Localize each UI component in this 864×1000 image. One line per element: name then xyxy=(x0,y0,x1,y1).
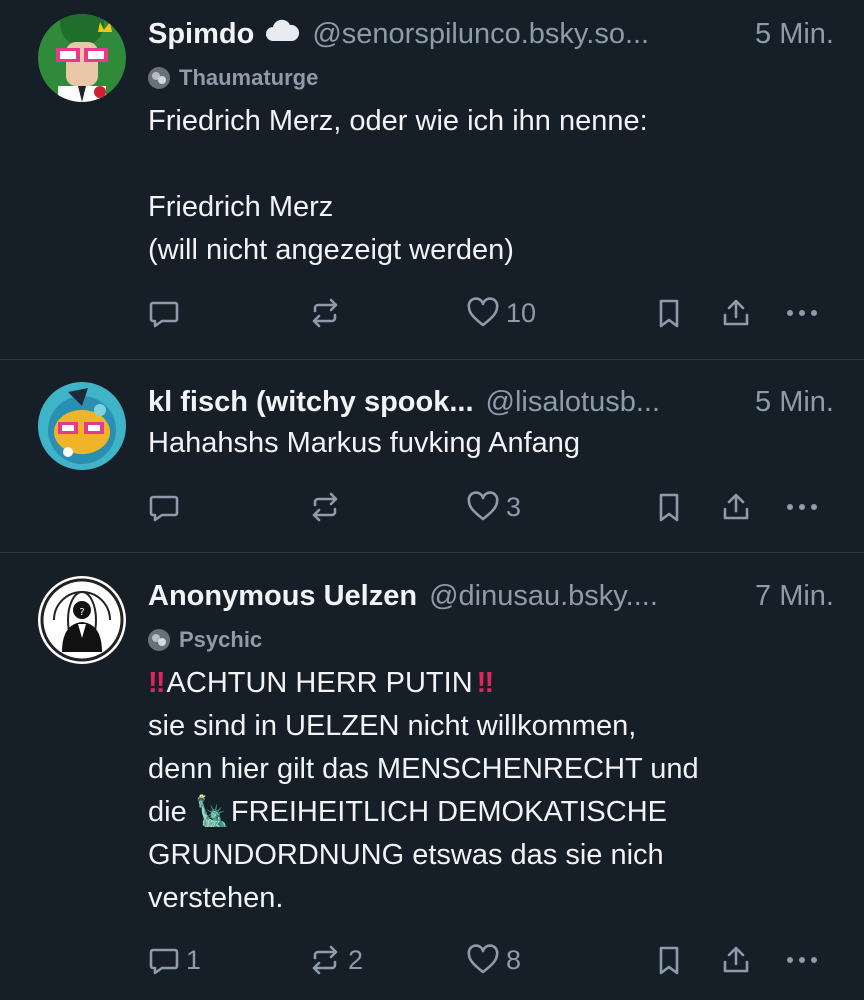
bookmark-icon xyxy=(659,493,679,522)
label-text: Psychic xyxy=(179,627,263,652)
heart-icon xyxy=(467,944,499,974)
more-options-button[interactable] xyxy=(784,487,820,527)
like-count: 8 xyxy=(506,944,522,975)
like-button[interactable]: 3 xyxy=(466,487,521,527)
share-button[interactable] xyxy=(720,293,752,333)
more-icon xyxy=(787,957,817,963)
cloud-icon xyxy=(264,16,300,52)
more-icon xyxy=(787,310,817,316)
like-button[interactable]: 10 xyxy=(466,293,536,333)
repost-button[interactable]: 2 xyxy=(308,940,363,980)
statue-of-liberty-icon: 🗽 xyxy=(194,796,231,828)
profile-label[interactable]: Thaumaturge xyxy=(148,64,834,92)
avatar-image xyxy=(38,382,126,470)
handle[interactable]: @lisalotusb... xyxy=(486,384,746,420)
bookmark-button[interactable] xyxy=(654,487,684,527)
like-count: 10 xyxy=(506,297,537,328)
heart-icon xyxy=(467,491,499,521)
repost-icon xyxy=(312,945,338,975)
avatar[interactable] xyxy=(38,382,126,470)
label-avatar-icon xyxy=(148,67,170,89)
post-text: Friedrich Merz, oder wie ich ihn nenne: … xyxy=(148,105,648,266)
bookmark-button[interactable] xyxy=(654,293,684,333)
label-text: Thaumaturge xyxy=(179,65,319,90)
handle[interactable]: @dinusau.bsky.... xyxy=(429,578,745,614)
heart-icon xyxy=(467,297,499,327)
timestamp[interactable]: 7 Min. xyxy=(755,578,834,614)
reply-button[interactable] xyxy=(148,293,186,333)
avatar[interactable]: ? xyxy=(38,576,126,664)
share-icon xyxy=(723,299,749,326)
timestamp[interactable]: 5 Min. xyxy=(755,384,834,420)
post-text-line1: ACHTUN HERR PUTIN xyxy=(166,667,473,699)
post-3[interactable]: ? Anonymous Uelzen @dinusau.bsky.... 7 M… xyxy=(0,553,864,1000)
bookmark-icon xyxy=(659,946,679,975)
double-exclamation-icon: ‼ xyxy=(476,667,494,699)
post-text: ‼ ACHTUN HERR PUTIN ‼ sie sind in UELZEN n… xyxy=(148,662,834,920)
display-name[interactable]: Spimdo xyxy=(148,16,254,52)
like-button[interactable]: 8 xyxy=(466,940,521,980)
avatar[interactable] xyxy=(38,14,126,102)
more-icon xyxy=(787,504,817,510)
handle[interactable]: @senorspilunco.bsky.so... xyxy=(312,16,745,52)
repost-icon xyxy=(312,492,338,522)
more-options-button[interactable] xyxy=(784,293,820,333)
bookmark-button[interactable] xyxy=(654,940,684,980)
share-button[interactable] xyxy=(720,940,752,980)
label-avatar-icon xyxy=(148,629,170,651)
display-name[interactable]: Anonymous Uelzen xyxy=(148,578,417,614)
reply-count: 1 xyxy=(186,944,202,975)
reply-icon xyxy=(149,301,179,328)
avatar-image: ? xyxy=(38,576,126,664)
avatar-image xyxy=(38,14,126,102)
share-icon xyxy=(723,493,749,520)
post-1[interactable]: Spimdo @senorspilunco.bsky.so... 5 Min. … xyxy=(0,0,864,360)
repost-icon xyxy=(312,298,338,328)
double-exclamation-icon: ‼ xyxy=(148,667,165,699)
display-name[interactable]: kl fisch (witchy spook... xyxy=(148,384,474,420)
reply-button[interactable] xyxy=(148,487,186,527)
reply-icon xyxy=(149,495,179,522)
svg-text:?: ? xyxy=(79,607,84,618)
timestamp[interactable]: 5 Min. xyxy=(755,16,834,52)
share-button[interactable] xyxy=(720,487,752,527)
repost-button[interactable] xyxy=(308,487,348,527)
post-text: Hahahshs Markus fuvking Anfang xyxy=(148,427,581,459)
reply-button[interactable]: 1 xyxy=(148,940,201,980)
profile-label[interactable]: Psychic xyxy=(148,626,834,654)
repost-count: 2 xyxy=(348,944,364,975)
more-options-button[interactable] xyxy=(784,940,820,980)
reply-icon xyxy=(149,948,179,975)
like-count: 3 xyxy=(506,491,522,522)
repost-button[interactable] xyxy=(308,293,348,333)
bookmark-icon xyxy=(659,299,679,328)
share-icon xyxy=(723,946,749,973)
post-2[interactable]: kl fisch (witchy spook... @lisalotusb...… xyxy=(0,360,864,553)
